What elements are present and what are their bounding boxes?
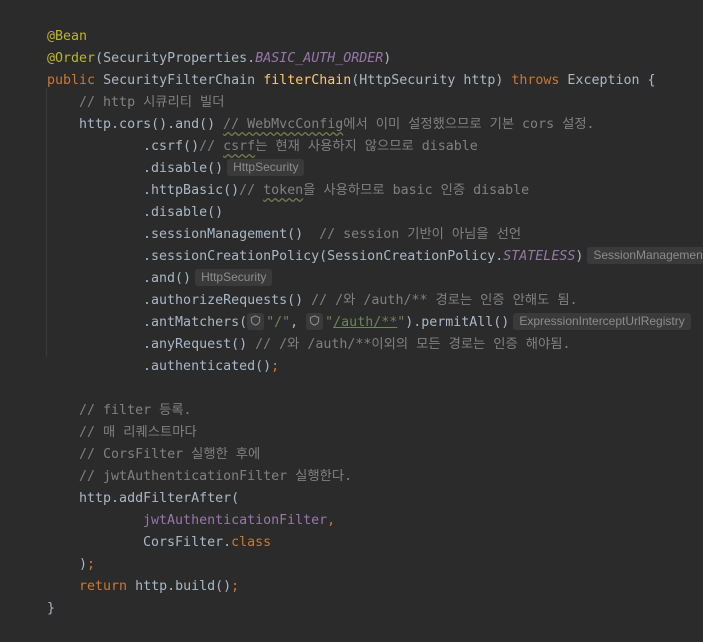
code-text: ) bbox=[575, 249, 584, 264]
code-line: .authorizeRequests() // /와 /auth/** 경로는 … bbox=[111, 268, 578, 308]
method-name: filterChain bbox=[263, 73, 352, 88]
semicolon: ; bbox=[231, 579, 240, 594]
code-line: jwtAuthenticationFilter, bbox=[111, 488, 335, 528]
code-line: return http.build(); bbox=[47, 554, 239, 594]
keyword: return bbox=[79, 579, 128, 594]
keyword: class bbox=[231, 535, 272, 550]
inlay-type-hint: SessionManagementCor bbox=[587, 247, 703, 264]
code-line: .antMatchers("/", "/auth/**").permitAll(… bbox=[111, 290, 691, 330]
comment: token bbox=[263, 183, 304, 198]
semicolon: ; bbox=[271, 359, 280, 374]
code-line: @Order(SecurityProperties.BASIC_AUTH_ORD… bbox=[15, 26, 391, 66]
code-text: .authenticated() bbox=[143, 359, 272, 374]
code-line: .anyRequest() // /와 /auth/**이외의 모든 경로는 인… bbox=[111, 312, 570, 352]
code-line: .sessionManagement() // session 기반이 아님을 … bbox=[111, 202, 521, 242]
code-line: .disable() HttpSecurity bbox=[111, 136, 305, 176]
code-line: .authenticated(); bbox=[111, 334, 279, 374]
code-line: } bbox=[15, 576, 55, 616]
code-editor[interactable]: @Bean @Order(SecurityProperties.BASIC_AU… bbox=[0, 0, 703, 616]
code-text: CorsFilter. bbox=[143, 535, 232, 550]
code-line: .disable() bbox=[111, 180, 223, 220]
code-line: // http 시큐리티 빌더 bbox=[47, 70, 224, 110]
code-text: Exception { bbox=[559, 73, 656, 88]
code-text: } bbox=[47, 601, 56, 616]
code-line: @Bean bbox=[15, 4, 87, 44]
code-line: .sessionCreationPolicy(SessionCreationPo… bbox=[111, 224, 703, 264]
code-line: http.addFilterAfter( bbox=[47, 466, 239, 506]
code-line: // 매 리퀘스트마다 bbox=[47, 400, 197, 440]
code-line: // filter 등록. bbox=[47, 378, 192, 418]
code-line: public SecurityFilterChain filterChain(H… bbox=[15, 48, 655, 88]
constant: STATELESS bbox=[503, 249, 576, 264]
comment: 을 사용하므로 basic 인증 disable bbox=[303, 183, 530, 198]
code-line: .csrf()// csrf는 현재 사용하지 않으므로 disable bbox=[111, 114, 478, 154]
code-line: .and() HttpSecurity bbox=[111, 246, 273, 286]
comma: , bbox=[327, 513, 336, 528]
code-line: // CorsFilter 실행한 후에 bbox=[47, 422, 260, 462]
code-line: http.cors().and() // WebMvcConfig에서 이미 설… bbox=[47, 92, 595, 132]
code-text: http.build() bbox=[127, 579, 232, 594]
comment: // bbox=[239, 183, 264, 198]
code-line: // jwtAuthenticationFilter 실행한다. bbox=[47, 444, 352, 484]
code-line: ); bbox=[47, 532, 95, 572]
comment: // /와 /auth/**이외의 모든 경로는 인증 해야됨. bbox=[255, 337, 571, 352]
code-line: .httpBasic()// token을 사용하므로 basic 인증 dis… bbox=[111, 158, 529, 198]
code-text: (HttpSecurity http) bbox=[351, 73, 512, 88]
code-line: CorsFilter.class bbox=[111, 510, 271, 550]
keyword: throws bbox=[511, 73, 560, 88]
